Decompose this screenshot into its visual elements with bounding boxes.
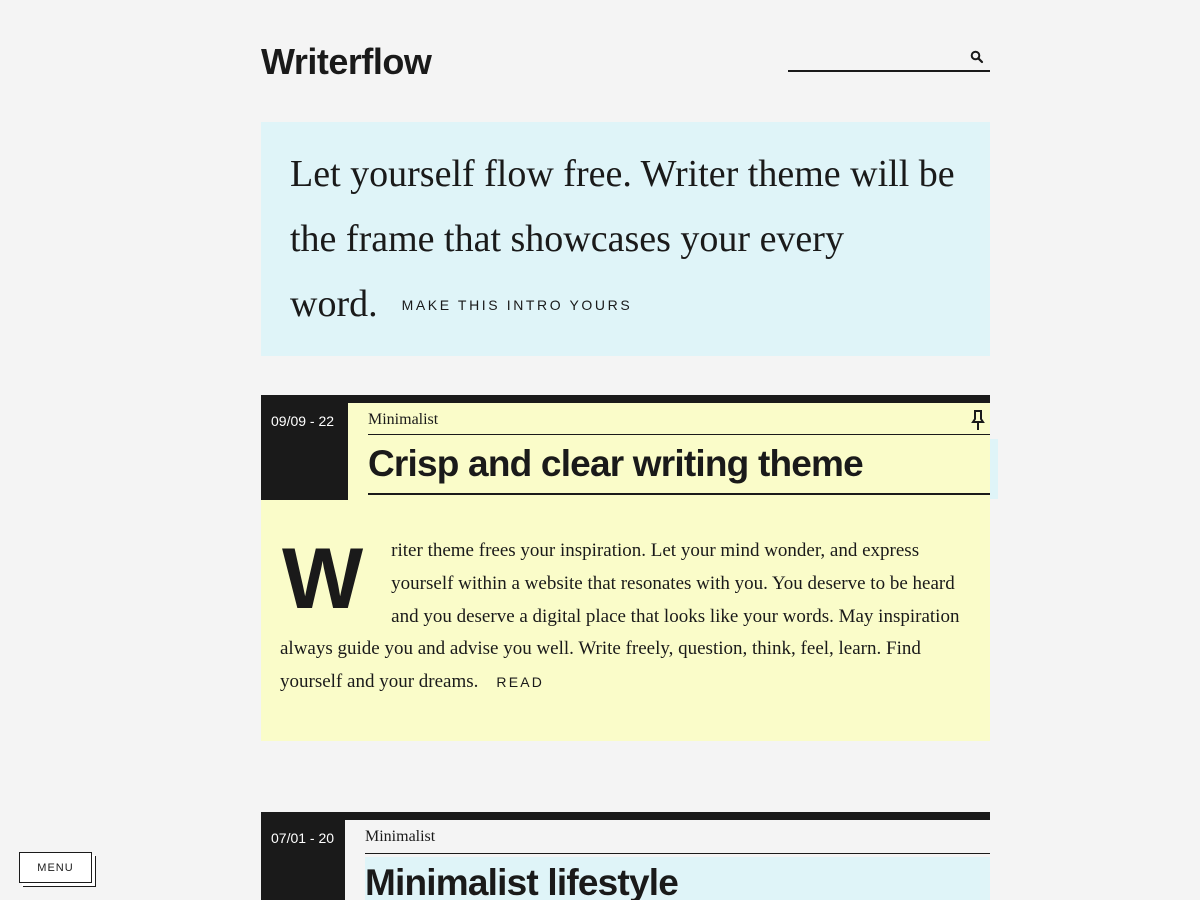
- drop-cap: W: [282, 531, 364, 627]
- post-card: 09/09 - 22 Minimalist Crisp and clear wr…: [261, 395, 998, 741]
- title-accent: [990, 439, 998, 499]
- post-header: Minimalist Crisp and clear writing theme: [348, 403, 990, 495]
- read-link[interactable]: READ: [496, 674, 544, 690]
- intro-section: Let yourself flow free. Writer theme wil…: [261, 122, 990, 356]
- post-top-bar: [261, 395, 990, 403]
- page-container: Writerflow Let yourself flow free. Write…: [261, 0, 998, 900]
- post-category-link[interactable]: Minimalist: [365, 820, 990, 854]
- search-icon[interactable]: [970, 50, 984, 64]
- post-date: 07/01 - 20: [261, 820, 345, 900]
- post-top-bar: [261, 812, 990, 820]
- post-title[interactable]: Crisp and clear writing theme: [368, 435, 990, 495]
- post-card: 07/01 - 20 Minimalist Minimalist lifesty…: [261, 812, 990, 900]
- search-box[interactable]: [788, 48, 990, 72]
- menu-button[interactable]: MENU: [19, 852, 92, 883]
- site-logo[interactable]: Writerflow: [261, 40, 432, 84]
- pin-icon: [971, 410, 985, 430]
- site-header: Writerflow: [261, 0, 990, 100]
- intro-customize-link[interactable]: MAKE THIS INTRO YOURS: [402, 297, 633, 313]
- post-date: 09/09 - 22: [261, 403, 348, 500]
- intro-text: Let yourself flow free. Writer theme wil…: [290, 142, 970, 338]
- excerpt-text: riter theme frees your inspiration. Let …: [280, 540, 960, 693]
- post-excerpt: Writer theme frees your inspiration. Let…: [280, 535, 960, 699]
- post-category-link[interactable]: Minimalist: [368, 403, 990, 435]
- post-title[interactable]: Minimalist lifestyle: [365, 854, 990, 900]
- post-header: Minimalist Minimalist lifestyle: [345, 820, 990, 900]
- search-input[interactable]: [788, 48, 958, 68]
